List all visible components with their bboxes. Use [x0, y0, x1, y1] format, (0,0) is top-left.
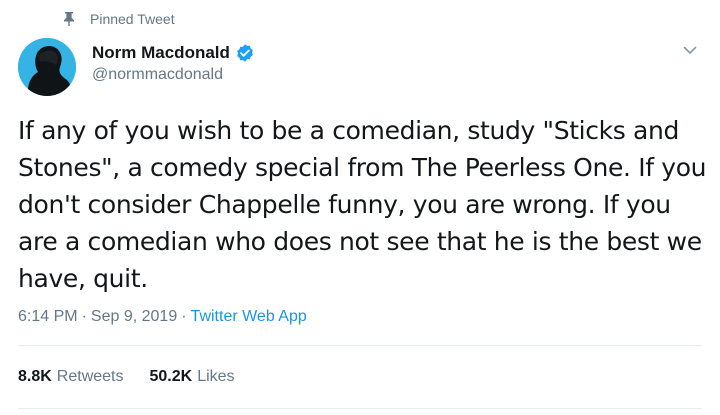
retweets-stat[interactable]: 8.8K Retweets [18, 366, 124, 388]
source-link[interactable]: Twitter Web App [191, 306, 307, 328]
meta-separator: · [181, 308, 187, 325]
pin-icon [62, 11, 76, 27]
tweet-time[interactable]: 6:14 PM [18, 306, 78, 328]
verified-badge-icon [235, 43, 255, 63]
tweet-stats: 8.8K Retweets 50.2K Likes [18, 366, 235, 388]
author-handle[interactable]: @normmacdonald [92, 65, 223, 85]
tweet-meta: 6:14 PM · Sep 9, 2019 · Twitter Web App [18, 306, 307, 328]
likes-label: Likes [197, 368, 235, 385]
likes-count: 50.2K [149, 368, 193, 385]
divider [18, 345, 702, 346]
author-name-row[interactable]: Norm Macdonald [92, 42, 255, 64]
chevron-down-icon[interactable] [681, 41, 699, 59]
display-name: Norm Macdonald [92, 43, 230, 62]
tweet-card: Pinned Tweet Norm Macdonald @normmacdona… [0, 0, 720, 415]
likes-stat[interactable]: 50.2K Likes [150, 366, 235, 388]
retweets-count: 8.8K [18, 368, 52, 385]
meta-separator: · [81, 308, 87, 325]
retweets-label: Retweets [56, 368, 124, 385]
divider [18, 408, 702, 409]
tweet-text: If any of you wish to be a comedian, stu… [18, 116, 707, 293]
avatar[interactable] [18, 38, 76, 96]
pinned-tweet-indicator: Pinned Tweet [62, 10, 175, 28]
tweet-date[interactable]: Sep 9, 2019 [91, 306, 177, 328]
pinned-label: Pinned Tweet [90, 11, 175, 27]
